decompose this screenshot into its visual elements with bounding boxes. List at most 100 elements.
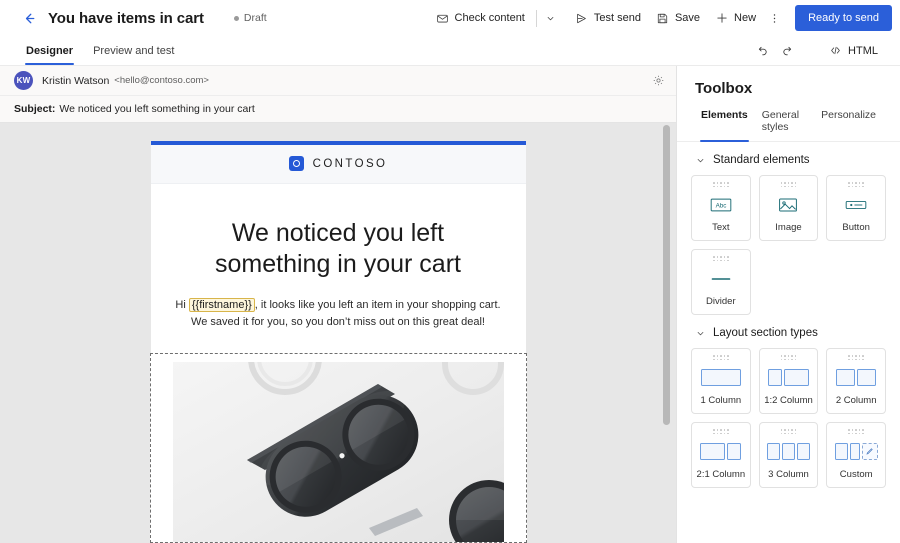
text-abc-icon: Abc — [710, 187, 732, 222]
chevron-down-icon — [695, 328, 706, 339]
element-card-divider[interactable]: Divider — [691, 249, 751, 315]
drag-grip-icon[interactable] — [713, 256, 729, 261]
contoso-logo: CONTOSO — [288, 156, 388, 172]
email-header-section[interactable]: CONTOSO — [150, 145, 526, 184]
save-button[interactable]: Save — [648, 5, 707, 31]
email-body-text[interactable]: Hi {{firstname}}, it looks like you left… — [151, 281, 526, 353]
section-header-standard-elements[interactable]: Standard elements — [691, 142, 886, 175]
save-label: Save — [674, 12, 701, 24]
wireless-earbuds-product-photo[interactable] — [172, 362, 504, 542]
canvas-scrollbar[interactable] — [663, 123, 670, 543]
design-canvas: CONTOSO We noticed you left something in… — [0, 123, 676, 543]
layout-card-1-column[interactable]: 1 Column — [691, 348, 751, 414]
html-view-button[interactable]: HTML — [820, 39, 886, 63]
sender-row[interactable]: KW Kristin Watson <hello@contoso.com> — [0, 66, 676, 96]
layout-card-2-column[interactable]: 2 Column — [826, 348, 886, 414]
one-column-icon — [700, 360, 741, 395]
tab-general-styles[interactable]: General styles — [756, 109, 813, 141]
tab-general-styles-label: General styles — [761, 109, 800, 133]
test-send-button[interactable]: Test send — [567, 5, 648, 31]
floppy-save-icon — [655, 11, 670, 26]
layout-card-3-column-label: 3 Column — [768, 469, 809, 480]
code-brackets-icon — [828, 43, 843, 58]
layout-card-3-column[interactable]: 3 Column — [758, 422, 819, 488]
drag-grip-icon[interactable] — [848, 182, 864, 187]
section-header-layout-section-types[interactable]: Layout section types — [691, 315, 886, 348]
toolbox-content: Standard elements Abc Text Image Button … — [677, 142, 900, 543]
tab-elements[interactable]: Elements — [695, 109, 754, 142]
logo-text: CONTOSO — [312, 157, 388, 170]
product-photo-graphic — [172, 362, 504, 542]
email-headline[interactable]: We noticed you left something in your ca… — [151, 184, 526, 281]
command-bar: You have items in cart Draft Check conte… — [0, 0, 900, 36]
tab-preview-and-test[interactable]: Preview and test — [85, 36, 182, 65]
section-title-layout-section-types: Layout section types — [713, 327, 818, 339]
drag-grip-icon[interactable] — [780, 355, 797, 360]
three-column-icon — [766, 434, 810, 469]
two-column-icon — [836, 360, 877, 395]
two-one-column-icon — [700, 434, 742, 469]
custom-layout-pencil-icon — [834, 434, 878, 469]
tab-preview-label: Preview and test — [93, 44, 175, 57]
drag-grip-icon[interactable] — [848, 429, 864, 434]
drag-grip-icon[interactable] — [848, 355, 864, 360]
tab-personalize[interactable]: Personalize — [815, 109, 882, 141]
drag-grip-icon[interactable] — [713, 182, 729, 187]
layout-card-custom[interactable]: Custom — [826, 422, 886, 488]
element-card-text[interactable]: Abc Text — [691, 175, 751, 241]
command-divider — [535, 9, 537, 27]
email-editor: KW Kristin Watson <hello@contoso.com> Su… — [0, 66, 676, 543]
subject-text: We noticed you left something in your ca… — [59, 103, 255, 115]
more-vertical-icon[interactable] — [763, 5, 785, 31]
one-two-column-icon — [767, 360, 809, 395]
canvas-scrollbar-thumb[interactable] — [663, 125, 670, 425]
element-card-button[interactable]: Button — [826, 175, 886, 241]
chevron-down-icon — [695, 155, 706, 166]
toolbox-title: Toolbox — [695, 80, 753, 97]
check-content-button[interactable]: Check content — [428, 5, 532, 31]
status-label: Draft — [243, 12, 267, 24]
drag-grip-icon[interactable] — [713, 429, 729, 434]
chevron-down-icon[interactable] — [541, 5, 561, 31]
image-picture-icon — [778, 187, 798, 222]
back-arrow-icon[interactable] — [18, 7, 40, 29]
element-card-button-label: Button — [842, 222, 870, 233]
subject-row[interactable]: Subject: We noticed you left something i… — [0, 96, 676, 123]
new-label: New — [734, 12, 757, 24]
layout-card-custom-label: Custom — [839, 469, 873, 480]
email-image-section[interactable] — [149, 353, 527, 543]
email-document[interactable]: CONTOSO We noticed you left something in… — [149, 141, 527, 543]
drag-grip-icon[interactable] — [780, 429, 797, 434]
drag-grip-icon[interactable] — [713, 355, 729, 360]
tab-strip: Designer Preview and test HTML — [0, 36, 900, 66]
element-card-image-label: Image — [775, 222, 802, 233]
drag-grip-icon[interactable] — [780, 182, 797, 187]
new-button[interactable]: New — [707, 5, 763, 31]
layout-card-2-1-column[interactable]: 2:1 Column — [691, 422, 751, 488]
status-badge: Draft — [233, 12, 267, 24]
divider-line-icon — [709, 261, 733, 296]
layout-card-1-2-column[interactable]: 1:2 Column — [758, 348, 819, 414]
svg-text:Abc: Abc — [715, 202, 726, 209]
undo-arrow-icon[interactable] — [750, 39, 774, 63]
page-title: You have items in cart — [48, 9, 204, 27]
tab-strip-spacer — [182, 36, 750, 65]
element-card-image[interactable]: Image — [758, 175, 819, 241]
tab-designer[interactable]: Designer — [18, 36, 81, 65]
layout-card-1-2-column-label: 1:2 Column — [764, 395, 813, 406]
gear-icon[interactable] — [648, 71, 668, 91]
email-designer-app: You have items in cart Draft Check conte… — [0, 0, 900, 543]
layout-card-2-1-column-label: 2:1 Column — [696, 469, 746, 480]
check-content-label: Check content — [454, 12, 525, 24]
element-card-text-label: Text — [712, 222, 730, 233]
redo-arrow-icon[interactable] — [776, 39, 800, 63]
plus-icon — [714, 11, 729, 26]
tab-strip-actions: HTML — [750, 36, 886, 65]
test-send-label: Test send — [593, 12, 641, 24]
button-icon — [845, 187, 867, 222]
personalization-token[interactable]: {{firstname}} — [188, 297, 255, 312]
ready-to-send-button[interactable]: Ready to send — [795, 5, 892, 31]
status-dot-icon — [233, 15, 239, 21]
sender-name: Kristin Watson — [42, 74, 110, 87]
body-text-before: Hi — [175, 298, 189, 311]
